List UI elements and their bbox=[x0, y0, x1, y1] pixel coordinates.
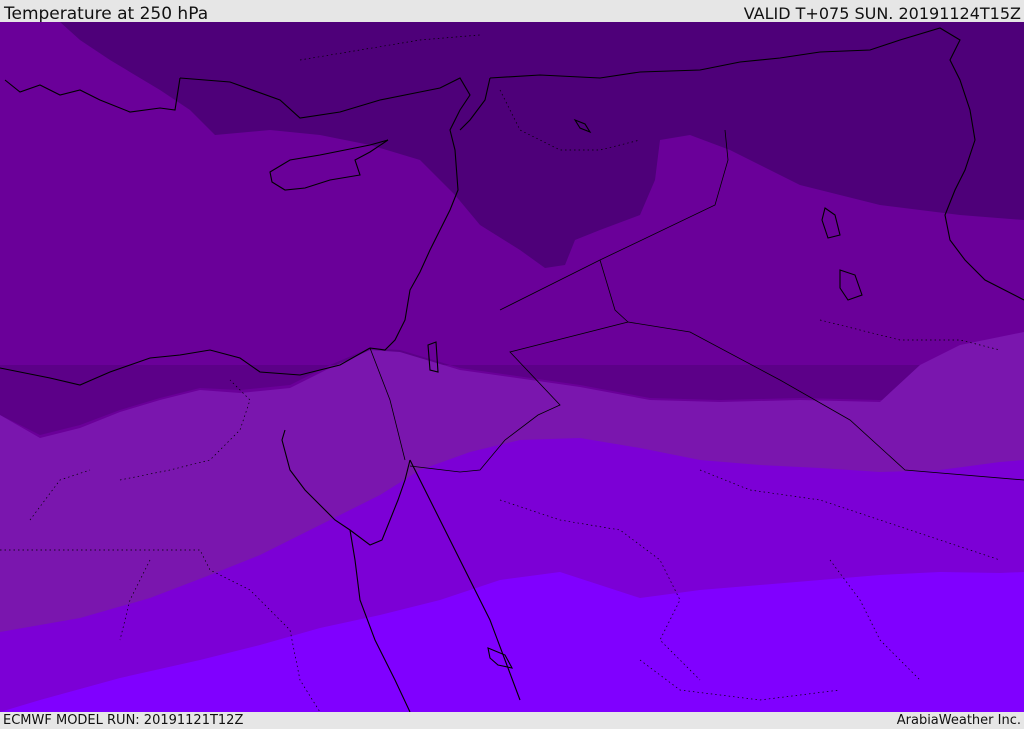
weather-map bbox=[0, 22, 1024, 712]
model-run-label: ECMWF MODEL RUN: 20191121T12Z bbox=[3, 713, 244, 728]
credit-label: ArabiaWeather Inc. bbox=[896, 713, 1021, 728]
header-bar: Temperature at 250 hPa VALID T+075 SUN. … bbox=[0, 0, 1024, 24]
valid-time-label: VALID T+075 SUN. 20191124T15Z bbox=[743, 4, 1021, 23]
footer-bar: ECMWF MODEL RUN: 20191121T12Z ArabiaWeat… bbox=[0, 712, 1024, 729]
map-title: Temperature at 250 hPa bbox=[4, 4, 209, 24]
